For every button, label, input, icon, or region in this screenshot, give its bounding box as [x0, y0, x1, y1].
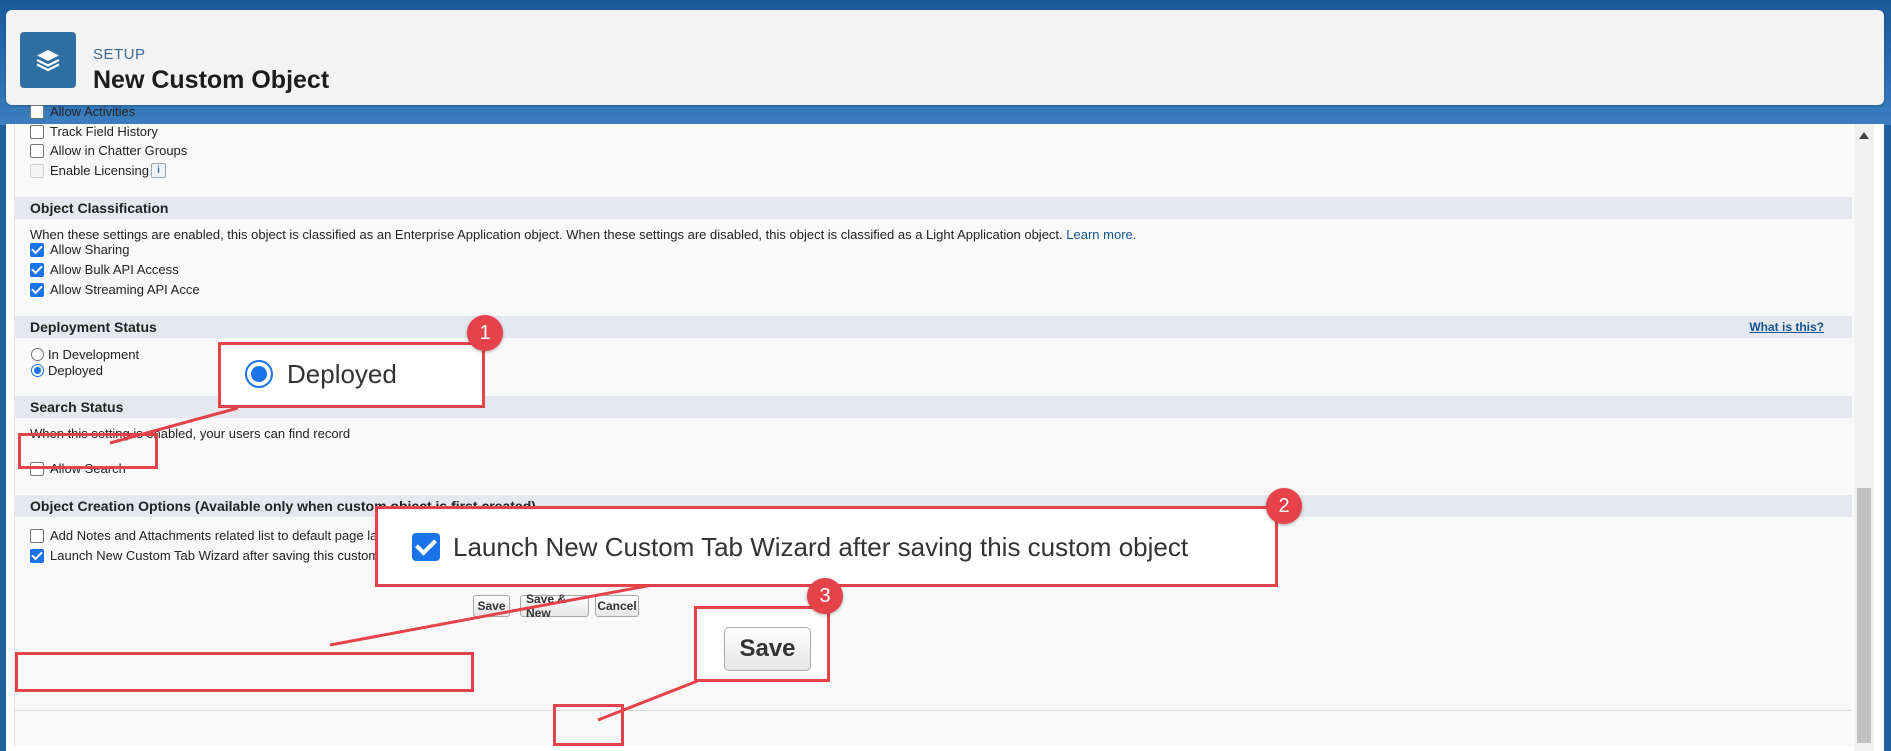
checkbox[interactable]: [30, 528, 44, 543]
vertical-scrollbar[interactable]: [1854, 124, 1874, 751]
checkbox-label: Add Notes and Attachments related list t…: [50, 528, 402, 543]
checkbox-label: Allow Sharing: [50, 242, 130, 257]
checkbox-checked-icon: [412, 533, 440, 561]
option-launch-tab-wizard[interactable]: Launch New Custom Tab Wizard after savin…: [30, 548, 418, 563]
learn-more-link[interactable]: Learn more.: [1066, 227, 1136, 242]
radio[interactable]: [31, 348, 44, 361]
checkbox-disabled: [30, 163, 44, 178]
callout-save: Save: [694, 606, 830, 682]
scroll-thumb[interactable]: [1857, 488, 1871, 743]
description-text: When these settings are enabled, this ob…: [30, 227, 1063, 242]
checkbox-label: Track Field History: [50, 124, 158, 139]
callout-launch-wizard: Launch New Custom Tab Wizard after savin…: [375, 506, 1278, 587]
step-badge-1: 1: [467, 315, 503, 351]
highlight-launch-wizard-option: [15, 652, 474, 692]
what-is-this-link[interactable]: What is this?: [1749, 320, 1824, 334]
checkbox[interactable]: [30, 104, 44, 119]
highlight-deployed-radio: [18, 433, 158, 469]
checkbox-label: Allow in Chatter Groups: [50, 143, 188, 158]
section-heading: Deployment Status: [30, 319, 157, 335]
breadcrumb: SETUP: [93, 46, 146, 63]
checkbox-label: Allow Streaming API Acce: [50, 282, 200, 297]
step-badge-3: 3: [807, 578, 843, 614]
callout-deployed: Deployed: [218, 342, 485, 408]
section-heading: Object Classification: [30, 200, 169, 216]
checkbox-label: Allow Activities: [50, 104, 136, 119]
checkbox-checked[interactable]: [30, 242, 44, 257]
checkbox[interactable]: [30, 124, 44, 139]
option-add-notes-attachments[interactable]: Add Notes and Attachments related list t…: [30, 528, 402, 543]
radio-selected[interactable]: [31, 364, 44, 377]
option-allow-bulk-api[interactable]: Allow Bulk API Access: [30, 262, 179, 277]
checkbox[interactable]: [30, 143, 44, 158]
section-object-classification: Object Classification: [14, 197, 1852, 219]
cancel-button[interactable]: Cancel: [595, 595, 639, 617]
checkbox-checked[interactable]: [30, 262, 44, 277]
option-allow-sharing[interactable]: Allow Sharing: [30, 242, 130, 257]
checkbox-label: Allow Bulk API Access: [50, 262, 179, 277]
checkbox-checked[interactable]: [30, 282, 44, 297]
radio-selected-icon: [245, 360, 273, 388]
checkbox-label: Enable Licensing: [50, 163, 150, 178]
section-heading: Search Status: [30, 399, 124, 415]
feature-allow-activities[interactable]: Allow Activities: [30, 104, 135, 119]
radio-in-development[interactable]: In Development: [31, 347, 139, 362]
section-deployment-status: Deployment Status What is this?: [14, 316, 1852, 338]
step-badge-2: 2: [1266, 488, 1302, 524]
feature-track-field-history[interactable]: Track Field History: [30, 124, 158, 139]
callout-text: Deployed: [287, 359, 397, 389]
radio-label: In Development: [48, 347, 140, 362]
save-and-new-button[interactable]: Save & New: [520, 592, 589, 620]
layers-icon: [20, 32, 76, 88]
save-button-zoom: Save: [724, 627, 811, 671]
save-button[interactable]: Save: [473, 595, 510, 617]
page-header: SETUP New Custom Object: [6, 10, 1884, 105]
info-icon[interactable]: i: [151, 163, 167, 178]
classification-description: When these settings are enabled, this ob…: [30, 227, 1136, 242]
highlight-save-button: [553, 704, 624, 746]
scroll-up-arrow-icon[interactable]: [1859, 132, 1869, 139]
option-allow-streaming-api[interactable]: Allow Streaming API Acce: [30, 282, 200, 297]
checkbox-label: Launch New Custom Tab Wizard after savin…: [50, 548, 418, 563]
feature-enable-licensing: Enable Licensing i: [30, 163, 167, 178]
feature-allow-chatter-groups[interactable]: Allow in Chatter Groups: [30, 143, 187, 158]
callout-text: Launch New Custom Tab Wizard after savin…: [453, 532, 1189, 562]
button-bar-divider: [14, 710, 1852, 711]
checkbox-checked[interactable]: [30, 548, 44, 563]
page-title: New Custom Object: [93, 66, 330, 94]
radio-deployed[interactable]: Deployed: [31, 363, 103, 378]
radio-label: Deployed: [48, 363, 103, 378]
